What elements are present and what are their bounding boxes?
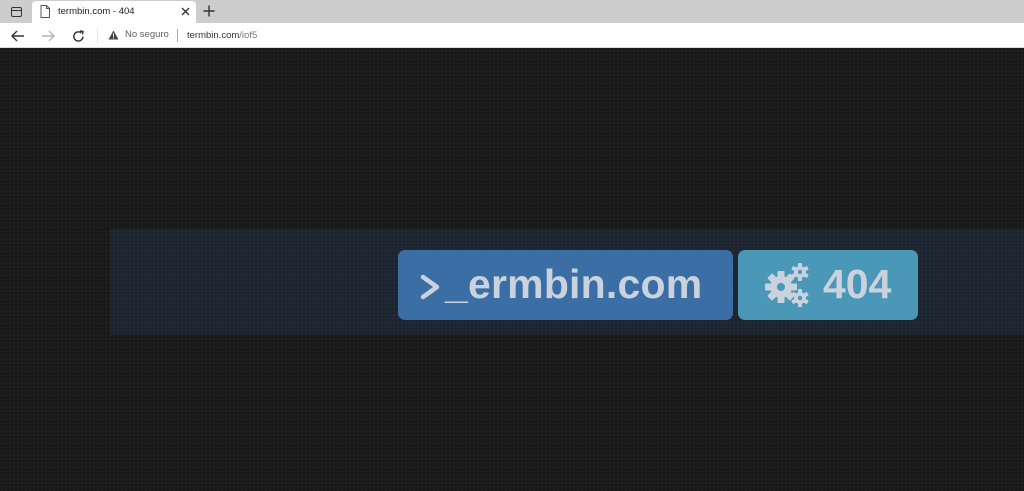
tab-strip: termbin.com - 404	[0, 0, 1024, 23]
arrow-left-icon[interactable]	[8, 26, 28, 46]
arrow-right-icon[interactable]	[38, 26, 58, 46]
tab-actions-icon[interactable]	[6, 3, 26, 21]
address-bar-url[interactable]: termbin.com/iof5	[187, 30, 257, 41]
warning-icon	[108, 30, 119, 39]
page-icon	[40, 5, 50, 18]
reload-icon[interactable]	[68, 26, 88, 46]
prompt-chevron-icon	[420, 274, 440, 300]
address-divider	[177, 29, 178, 42]
security-label: No seguro	[125, 29, 169, 40]
plus-icon[interactable]	[200, 2, 218, 20]
url-path: /iof5	[239, 30, 258, 41]
tab-title: termbin.com - 404	[58, 6, 135, 17]
toolbar-divider	[97, 29, 98, 43]
brand-name: _ermbin.com	[445, 260, 703, 307]
url-host: termbin.com	[187, 30, 240, 41]
error-code: 404	[823, 260, 892, 307]
close-icon[interactable]	[178, 4, 192, 18]
browser-toolbar: No seguro termbin.com/iof5	[0, 23, 1024, 48]
brand-badge: _ermbin.com	[398, 250, 733, 320]
tab-active[interactable]: termbin.com - 404	[32, 1, 196, 23]
security-indicator[interactable]: No seguro	[108, 29, 169, 40]
error-badge: 404	[738, 250, 918, 320]
gears-icon	[765, 263, 809, 307]
page-content: _ermbin.com 404	[0, 49, 1024, 491]
